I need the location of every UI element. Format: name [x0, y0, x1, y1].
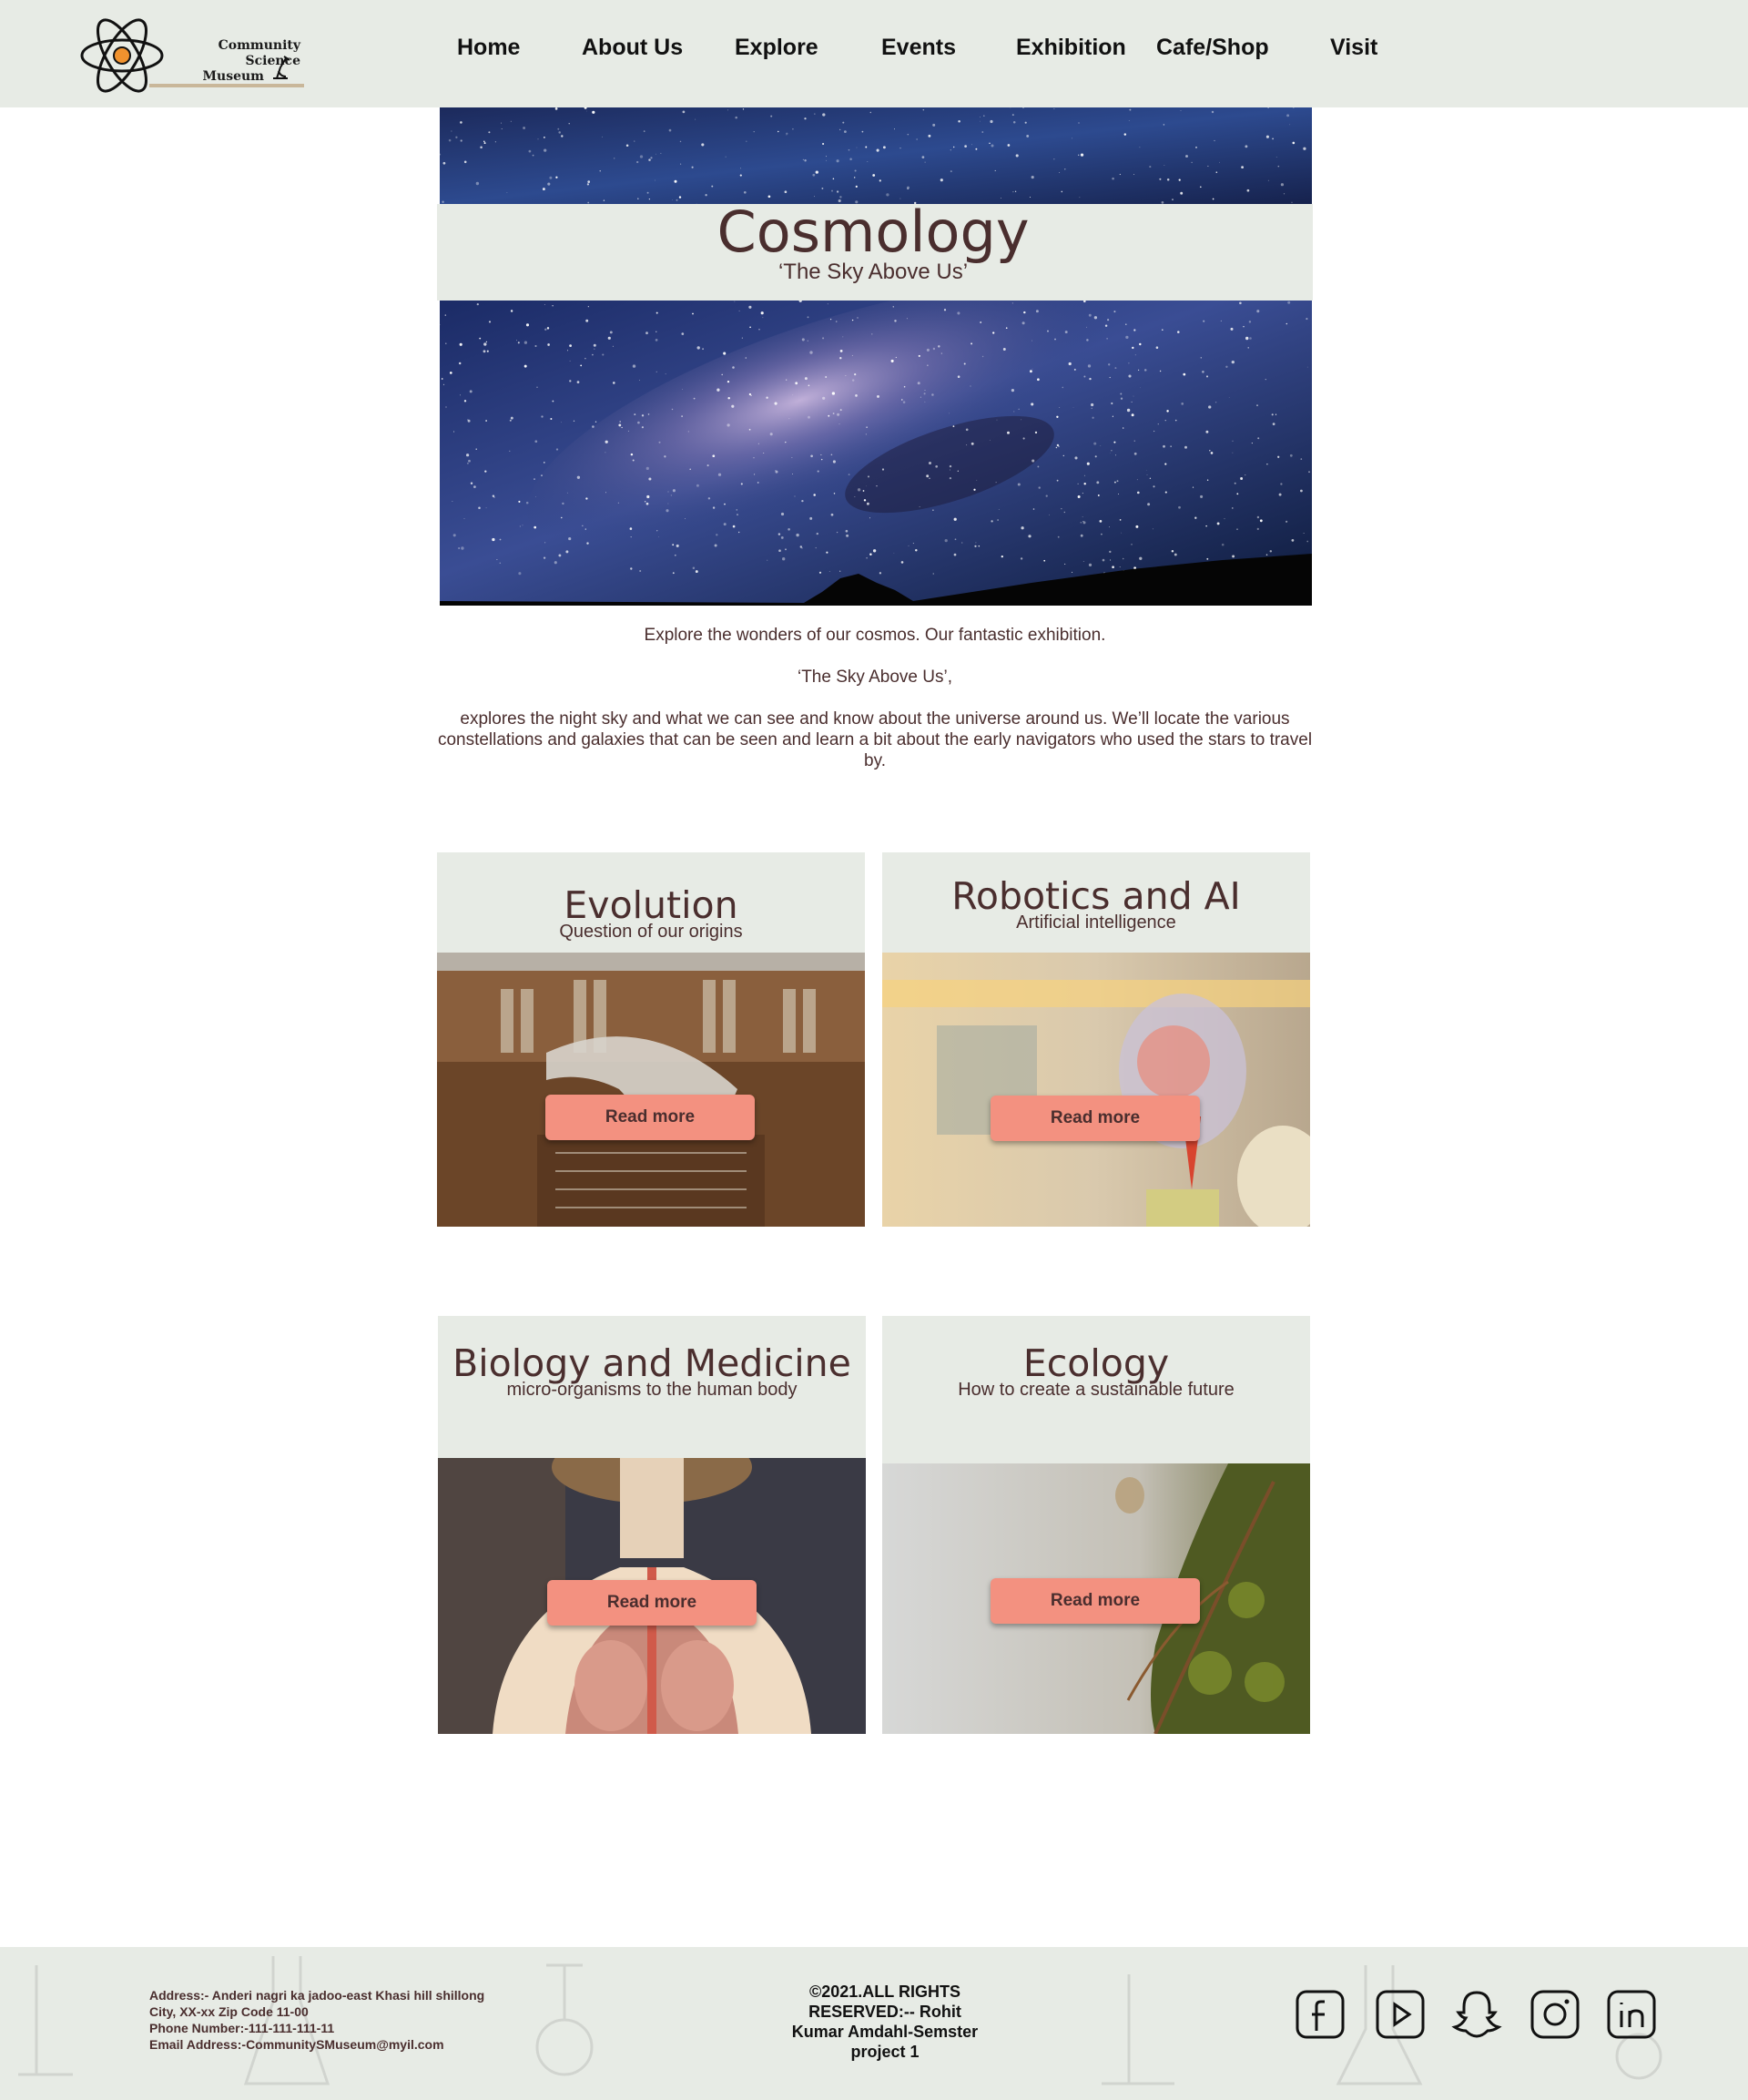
site-header: Community Science Museum Home About Us E…: [0, 0, 1748, 107]
nav-explore[interactable]: Explore: [735, 35, 818, 61]
email-line: Email Address:-CommunitySMuseum@myil.com: [149, 2037, 444, 2052]
copyright-text: ©2021.ALL RIGHTS RESERVED:-- Rohit Kumar…: [791, 1983, 979, 2061]
card-title: Biology and Medicine: [452, 1341, 851, 1385]
cosmology-description: Explore the wonders of our cosmos. Our f…: [437, 625, 1313, 792]
robotics-read-more-button[interactable]: Read more: [991, 1096, 1200, 1141]
nav-exhibition[interactable]: Exhibition: [1016, 35, 1126, 61]
logo-underline: [149, 84, 304, 87]
card-subtitle: Question of our origins: [559, 922, 743, 942]
card-subtitle: Artificial intelligence: [1016, 912, 1176, 933]
ecology-read-more-button[interactable]: Read more: [991, 1578, 1200, 1624]
phone-line: Phone Number:-111-111-111-11: [149, 2021, 335, 2035]
milky-way-image: [440, 301, 1312, 606]
card-title: Robotics and AI: [951, 874, 1241, 918]
card-image: [437, 953, 865, 1227]
intro-line-2: ‘The Sky Above Us’,: [797, 668, 953, 687]
intro-line-3: explores the night sky and what we can s…: [437, 709, 1313, 770]
card-title: Ecology: [1022, 1341, 1170, 1385]
starry-sky-banner: [440, 107, 1312, 204]
museum-logo[interactable]: Community Science Museum: [80, 18, 308, 93]
youtube-icon[interactable]: [1375, 1989, 1426, 2040]
atom-icon: [80, 18, 164, 93]
nav-about-us[interactable]: About Us: [582, 35, 683, 61]
nav-events[interactable]: Events: [881, 35, 956, 61]
card-biology-medicine: Biology and Medicine micro-organisms to …: [438, 1316, 866, 1734]
card-evolution: Evolution Question of our origins Read m…: [437, 852, 865, 1227]
instagram-icon[interactable]: [1530, 1989, 1580, 2040]
nav-visit[interactable]: Visit: [1330, 35, 1377, 61]
site-footer: Address:- Anderi nagri ka jadoo-east Kha…: [0, 1947, 1748, 2100]
microscope-icon: [273, 56, 290, 79]
page-subtitle: ‘The Sky Above Us’: [777, 260, 969, 284]
card-robotics-ai: Robotics and AI Artificial intelligence …: [882, 852, 1310, 1227]
intro-line-1: Explore the wonders of our cosmos. Our f…: [644, 626, 1106, 645]
card-title: Evolution: [564, 883, 738, 927]
card-subtitle: micro-organisms to the human body: [506, 1380, 798, 1400]
city-line: City, XX-xx Zip Code 11-00: [149, 2004, 309, 2019]
snapchat-icon[interactable]: [1451, 1989, 1502, 2040]
card-ecology: Ecology How to create a sustainable futu…: [882, 1316, 1310, 1734]
biology-read-more-button[interactable]: Read more: [547, 1580, 757, 1626]
card-image: [882, 953, 1310, 1227]
card-subtitle: How to create a sustainable future: [958, 1380, 1235, 1400]
address-line: Address:- Anderi nagri ka jadoo-east Kha…: [149, 1988, 485, 2003]
evolution-read-more-button[interactable]: Read more: [545, 1095, 755, 1140]
facebook-icon[interactable]: [1295, 1989, 1346, 2040]
linkedin-icon[interactable]: [1606, 1989, 1657, 2040]
nav-home[interactable]: Home: [457, 35, 520, 61]
page-title: Cosmology: [716, 199, 1030, 265]
nav-cafe-shop[interactable]: Cafe/Shop: [1156, 35, 1269, 61]
footer-address: Address:- Anderi nagri ka jadoo-east Kha…: [149, 1987, 484, 2053]
